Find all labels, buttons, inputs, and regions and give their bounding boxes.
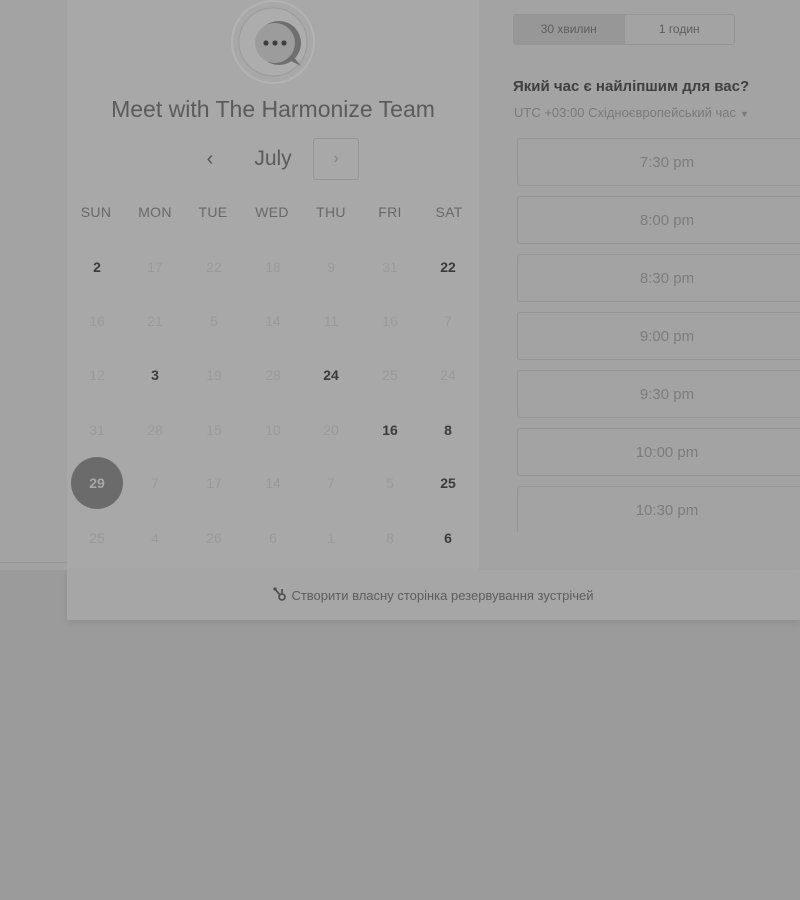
weekday-header: WED — [255, 204, 289, 220]
time-slot-button[interactable]: 9:30 pm — [517, 370, 800, 418]
calendar-day: 6 — [269, 530, 277, 546]
calendar-day: 31 — [89, 422, 105, 438]
calendar-day: 17 — [147, 259, 163, 275]
team-avatar — [231, 0, 315, 84]
calendar-day: 16 — [89, 313, 105, 329]
duration-1-hour-tab[interactable]: 1 годин — [623, 15, 735, 44]
calendar-day: 21 — [147, 313, 163, 329]
next-month-button[interactable]: › — [313, 138, 359, 180]
calendar-day: 28 — [147, 422, 163, 438]
timezone-selector[interactable]: UTC +03:00 Східноєвропейський час ▼ — [514, 105, 749, 120]
calendar-day: 14 — [265, 475, 281, 491]
selected-calendar-day[interactable]: 29 — [71, 457, 123, 509]
create-booking-page-link[interactable]: Створити власну сторінка резервування зу… — [67, 570, 800, 620]
calendar-day[interactable]: 16 — [364, 404, 416, 456]
chat-bubble-icon — [231, 0, 315, 84]
calendar-day: 16 — [382, 313, 398, 329]
sprocket-icon — [273, 587, 287, 601]
time-slot-list: 7:30 pm 8:00 pm 8:30 pm 9:00 pm 9:30 pm … — [515, 136, 800, 532]
calendar-day[interactable]: 2 — [71, 241, 123, 293]
calendar-day: 17 — [206, 475, 222, 491]
divider — [0, 562, 67, 563]
weekday-header: MON — [138, 204, 172, 220]
calendar-day[interactable]: 24 — [305, 349, 357, 401]
calendar-day: 7 — [151, 475, 159, 491]
timezone-label: UTC +03:00 Східноєвропейський час — [514, 105, 736, 120]
calendar-day: 5 — [210, 313, 218, 329]
calendar-day: 12 — [89, 367, 105, 383]
calendar-day: 8 — [386, 530, 394, 546]
calendar-day: 5 — [386, 475, 394, 491]
weekday-header: FRI — [378, 204, 402, 220]
caret-down-icon: ▼ — [739, 109, 749, 119]
weekday-header: TUE — [198, 204, 228, 220]
calendar-day[interactable]: 22 — [422, 241, 474, 293]
footer-bar: Створити власну сторінка резервування зу… — [67, 570, 800, 620]
calendar-day: 9 — [327, 259, 335, 275]
time-slot-button[interactable]: 8:00 pm — [517, 196, 800, 244]
calendar-day: 11 — [323, 313, 339, 329]
calendar-day: 7 — [327, 475, 335, 491]
time-slot-button[interactable]: 7:30 pm — [517, 138, 800, 186]
time-question: Який час є найліпшим для вас? — [513, 78, 750, 95]
calendar-day[interactable]: 6 — [422, 512, 474, 564]
time-slot-button[interactable]: 10:00 pm — [517, 428, 800, 476]
calendar-day: 1 — [327, 530, 335, 546]
calendar-day: 7 — [444, 313, 452, 329]
calendar-day: 10 — [265, 422, 281, 438]
calendar-day: 20 — [323, 422, 339, 438]
duration-30-min-tab[interactable]: 30 хвилин — [514, 15, 624, 44]
time-slot-button[interactable]: 9:00 pm — [517, 312, 800, 360]
page-title: Meet with The Harmonize Team — [111, 96, 435, 122]
calendar-day: 28 — [265, 367, 281, 383]
previous-month-button[interactable]: ‹ — [195, 146, 225, 172]
weekday-header: SAT — [435, 204, 463, 220]
weekday-header: THU — [316, 204, 346, 220]
weekday-header: SUN — [80, 204, 112, 220]
month-label: July — [254, 147, 292, 170]
duration-toggle: 30 хвилин 1 годин — [513, 14, 735, 45]
footer-link-text: Створити власну сторінка резервування зу… — [291, 587, 594, 603]
calendar-day: 19 — [206, 367, 222, 383]
calendar-day: 31 — [382, 259, 398, 275]
month-navigation: ‹ July › — [67, 138, 479, 180]
calendar-day: 25 — [89, 530, 105, 546]
calendar-day: 18 — [265, 259, 281, 275]
calendar-day: 24 — [440, 367, 456, 383]
calendar-day: 22 — [206, 259, 222, 275]
calendar-day: 4 — [151, 530, 159, 546]
calendar-day: 25 — [382, 367, 398, 383]
calendar-day: 26 — [206, 530, 222, 546]
calendar-day: 14 — [265, 313, 281, 329]
calendar-day: 15 — [206, 422, 222, 438]
calendar-day[interactable]: 8 — [422, 404, 474, 456]
calendar-day[interactable]: 3 — [129, 349, 181, 401]
time-slot-button[interactable]: 10:30 pm — [517, 486, 800, 532]
time-slot-button[interactable]: 8:30 pm — [517, 254, 800, 302]
calendar-day[interactable]: 25 — [422, 457, 474, 509]
